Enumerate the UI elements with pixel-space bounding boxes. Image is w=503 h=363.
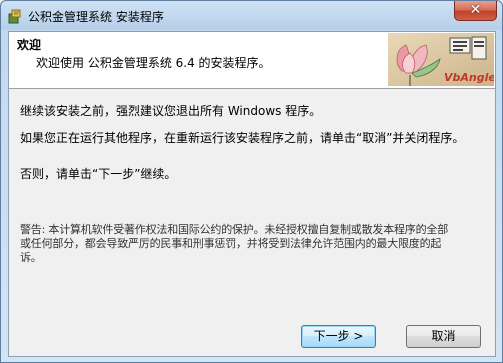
copyright-warning: 警告: 本计算机软件受著作权法和国际公约的保护。未经授权擅自复制或散发本程序的全… (20, 223, 448, 264)
banner-logo-text: VbAngle (444, 71, 494, 84)
header-panel: 欢迎 欢迎使用 公积金管理系统 6.4 的安装程序。 VbAngle (9, 32, 495, 89)
installer-banner-image: VbAngle (388, 33, 494, 86)
installer-app-icon (8, 9, 21, 24)
window-title: 公积金管理系统 安装程序 (28, 10, 164, 24)
title-bar[interactable]: 公积金管理系统 安装程序 ✕ (1, 1, 502, 31)
page-subtitle: 欢迎使用 公积金管理系统 6.4 的安装程序。 (36, 56, 271, 70)
cancel-button[interactable]: 取消 (406, 325, 481, 348)
installer-window: 公积金管理系统 安装程序 ✕ 欢迎 欢迎使用 公积金管理系统 6.4 的安装程序… (0, 0, 503, 363)
next-button[interactable]: 下一步 > (301, 325, 376, 348)
dialog-client-area: 欢迎 欢迎使用 公积金管理系统 6.4 的安装程序。 VbAngle 继续该安装… (8, 31, 496, 357)
body-paragraph-2: 如果您正在运行其他程序，在重新运行该安装程序之前，请单击“取消”并关闭程序。 (20, 131, 465, 145)
body-paragraph-3: 否则，请单击“下一步”继续。 (20, 167, 177, 181)
close-button[interactable]: ✕ (454, 1, 497, 21)
body-paragraph-1: 继续该安装之前，强烈建议您退出所有 Windows 程序。 (20, 104, 322, 118)
close-icon: ✕ (469, 2, 482, 18)
page-title: 欢迎 (17, 38, 42, 52)
